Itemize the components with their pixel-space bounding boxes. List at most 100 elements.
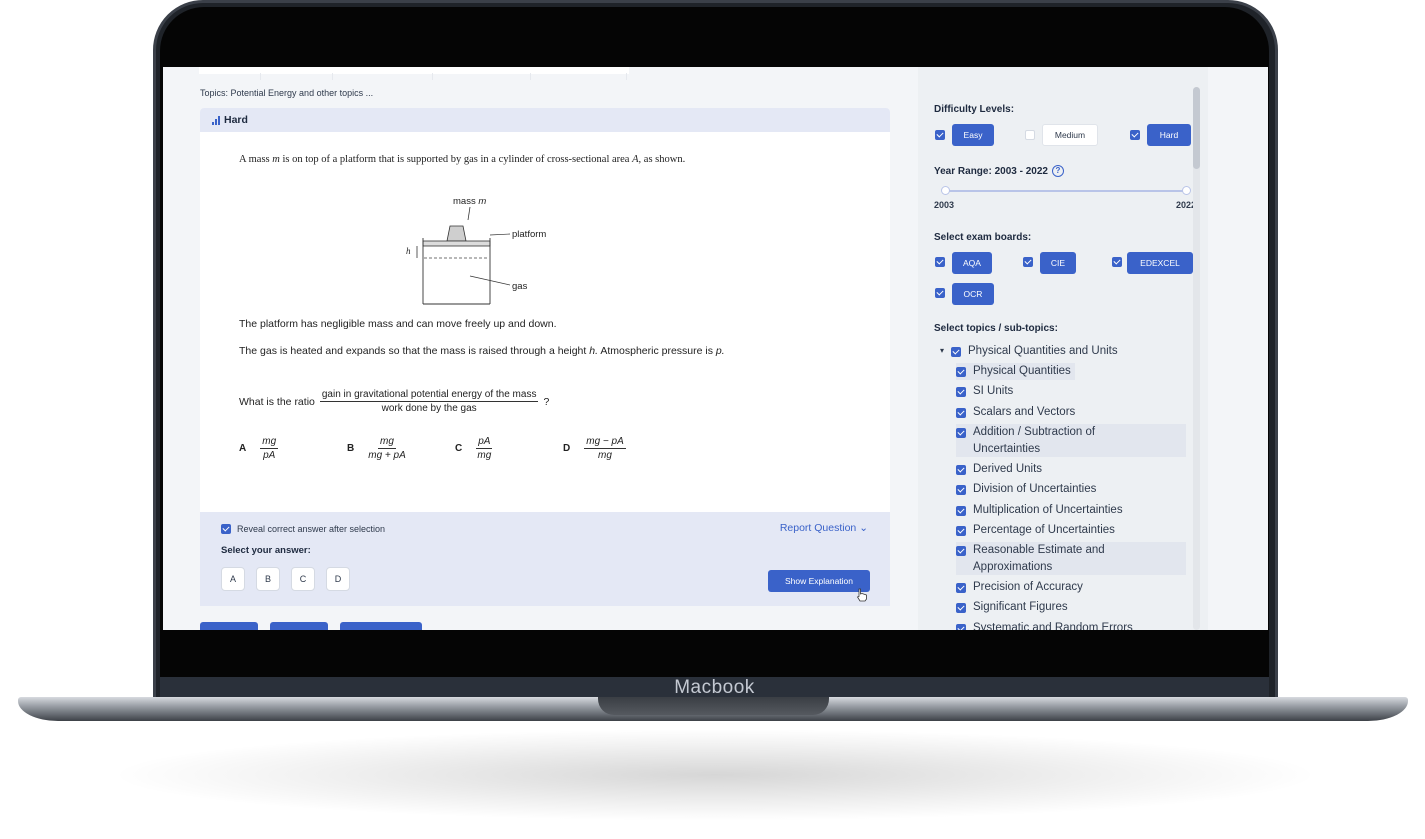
subtopic-checkbox[interactable] (956, 603, 966, 613)
edexcel-checkbox[interactable] (1112, 257, 1122, 267)
option-numerator: mg − pA (584, 436, 626, 449)
option-numerator: mg (260, 436, 279, 449)
bottom-button-1[interactable] (200, 622, 258, 630)
ratio-question: What is the ratio gain in gravitational … (239, 389, 549, 414)
easy-button[interactable]: Easy (952, 124, 994, 146)
option-d: D mg − pA mg (563, 436, 671, 461)
answer-button-a[interactable]: A (221, 567, 245, 591)
ocr-button[interactable]: OCR (952, 283, 994, 305)
year-slider-min-handle[interactable] (941, 186, 950, 195)
intro-text-2: is on top of a platform that is supporte… (282, 154, 630, 165)
edexcel-button[interactable]: EDEXCEL (1127, 252, 1193, 274)
medium-checkbox[interactable] (1025, 130, 1035, 140)
topic-checkbox[interactable] (951, 347, 962, 357)
subtopic-checkbox[interactable] (956, 465, 966, 475)
subtopic-label: Reasonable Estimate and Approximations (973, 544, 1105, 573)
option-letter: C (455, 443, 463, 454)
option-fraction: mg − pA mg (584, 436, 626, 461)
cie-checkbox[interactable] (1023, 257, 1033, 267)
cie-button[interactable]: CIE (1040, 252, 1076, 274)
help-icon[interactable]: ? (1051, 165, 1064, 177)
option-denominator: pA (263, 450, 276, 461)
intro-text-3: as shown. (643, 154, 686, 165)
subtopic-checkbox[interactable] (956, 624, 966, 630)
ratio-fraction: gain in gravitational potential energy o… (319, 389, 539, 414)
subtopic-checkbox[interactable] (956, 387, 966, 397)
subtopic-checkbox[interactable] (956, 583, 966, 593)
option-letter: D (563, 443, 571, 454)
year-range-title: Year Range: 2003 - 2022 ? (934, 165, 1064, 177)
answer-button-d[interactable]: D (326, 567, 350, 591)
difficulty-title: Difficulty Levels: (934, 104, 1015, 115)
subtopic-item[interactable]: Derived Units (956, 461, 1042, 478)
option-denominator: mg (598, 450, 612, 461)
medium-button[interactable]: Medium (1042, 124, 1098, 146)
subtopic-label: Derived Units (973, 463, 1043, 475)
option-denominator: mg (477, 450, 492, 461)
subtopic-item[interactable]: Multiplication of Uncertainties (956, 502, 1123, 519)
easy-checkbox[interactable] (935, 130, 945, 140)
filter-panel: Difficulty Levels: Easy Medium Hard Year… (918, 67, 1208, 630)
subtopic-label: Percentage of Uncertainties (973, 524, 1115, 536)
scrollbar-thumb[interactable] (1193, 87, 1200, 169)
subtopic-checkbox[interactable] (956, 506, 966, 516)
subtopic-item[interactable]: Significant Figures (956, 599, 1068, 616)
subtopic-item[interactable]: Scalars and Vectors (956, 404, 1075, 421)
subtopic-checkbox[interactable] (956, 526, 966, 536)
aqa-checkbox[interactable] (935, 257, 945, 267)
difficulty-bars-icon (212, 115, 220, 125)
answer-button-b[interactable]: B (256, 567, 280, 591)
option-a: A mg pA (239, 436, 347, 461)
subtopic-checkbox[interactable] (956, 546, 966, 556)
subtopic-label: Multiplication of Uncertainties (973, 504, 1123, 516)
option-numerator: mg (378, 436, 396, 449)
subtopic-checkbox[interactable] (956, 408, 966, 418)
year-slider-max-handle[interactable] (1182, 186, 1191, 195)
subtopic-item[interactable]: Precision of Accuracy (956, 579, 1083, 596)
select-answer-label: Select your answer: (221, 545, 311, 556)
subtopic-label: Precision of Accuracy (973, 581, 1083, 593)
subtopic-label: Scalars and Vectors (973, 406, 1076, 418)
subtopic-item[interactable]: Reasonable Estimate and Approximations (956, 542, 1186, 576)
hard-checkbox[interactable] (1130, 130, 1140, 140)
report-question-link[interactable]: Report Question ⌄ (780, 522, 868, 534)
subtopic-checkbox[interactable] (956, 485, 966, 495)
subtopic-label: Systematic and Random Errors (973, 622, 1133, 630)
topic-root[interactable]: ▾ Physical Quantities and Units (940, 343, 1118, 360)
subtopic-item[interactable]: Division of Uncertainties (956, 481, 1096, 498)
bottom-button-2[interactable] (270, 622, 328, 630)
collapse-caret-icon[interactable]: ▾ (940, 345, 944, 357)
option-numerator: pA (476, 436, 493, 449)
show-explanation-button[interactable]: Show Explanation (768, 570, 870, 592)
difficulty-label: Hard (224, 114, 248, 126)
subtopic-label: SI Units (973, 385, 1014, 397)
subtopic-label: Physical Quantities (973, 365, 1071, 377)
subtopic-item[interactable]: SI Units (956, 383, 1013, 400)
hard-button[interactable]: Hard (1147, 124, 1191, 146)
reveal-checkbox[interactable] (221, 524, 231, 534)
subtopic-item[interactable]: Systematic and Random Errors (956, 620, 1133, 630)
exam-boards-title: Select exam boards: (934, 232, 1032, 243)
option-b: B mg mg + pA (347, 436, 455, 461)
subtopic-item[interactable]: Addition / Subtraction of Uncertainties (956, 424, 1186, 458)
answer-area: Reveal correct answer after selection Re… (200, 512, 890, 606)
reveal-toggle[interactable]: Reveal correct answer after selection (221, 524, 385, 534)
subtopic-checkbox[interactable] (956, 428, 966, 438)
topics-title: Select topics / sub-topics: (934, 323, 1058, 334)
year-slider[interactable] (941, 186, 1191, 195)
ocr-checkbox[interactable] (935, 288, 945, 298)
platform-label: platform (512, 229, 546, 240)
year-min-label: 2003 (934, 200, 955, 210)
topics-label: Topics: Potential Energy and other topic… (200, 88, 374, 98)
intro-text-1: A mass (239, 154, 270, 165)
bottom-button-3[interactable] (340, 622, 422, 630)
subtopic-item[interactable]: Percentage of Uncertainties (956, 522, 1115, 539)
aqa-button[interactable]: AQA (952, 252, 992, 274)
answer-options: A mg pA B mg mg + pA C pA mg D mg − pA mg (239, 436, 671, 461)
h-label: h (406, 246, 411, 256)
bottom-buttons (200, 622, 422, 630)
subtopic-checkbox[interactable] (956, 367, 966, 377)
reveal-label: Reveal correct answer after selection (237, 524, 386, 534)
subtopic-item[interactable]: Physical Quantities (956, 363, 1075, 380)
answer-button-c[interactable]: C (291, 567, 315, 591)
